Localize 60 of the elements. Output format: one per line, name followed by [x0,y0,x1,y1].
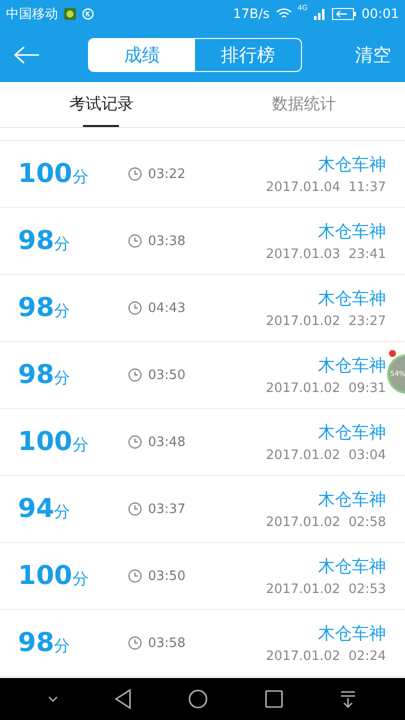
score: 100分 [18,159,90,189]
user-name: 木仓车神 [318,355,386,377]
user-name: 木仓车神 [318,288,386,310]
date-time: 2017.01.04 11:37 [266,180,386,195]
k-circle-icon [82,8,94,20]
duration: 03:50 [148,568,186,584]
clock-icon [128,234,142,248]
duration: 03:22 [148,166,186,182]
clock-icon [128,569,142,583]
tab[interactable]: 考试记录 [0,82,202,127]
user-name: 木仓车神 [318,489,386,511]
user-name: 木仓车神 [318,422,386,444]
duration: 04:43 [148,300,186,316]
score: 98分 [18,628,72,658]
wifi-icon [276,8,292,20]
duration: 03:38 [148,234,186,248]
tab[interactable]: 数据统计 [202,82,405,127]
clear-button[interactable]: 清空 [355,43,391,67]
signal-icon [314,8,326,20]
chevron-down-icon[interactable] [48,696,58,702]
date-time: 2017.01.02 09:31 [266,381,386,396]
app-notification-icon [64,8,76,20]
network-speed: 17B/s [233,6,270,22]
clock-icon [128,636,142,650]
user-name: 木仓车神 [318,154,386,176]
duration: 03:37 [148,502,186,516]
score: 94分 [18,494,72,524]
back-triangle-icon[interactable] [114,689,132,709]
clock-time: 00:01 [362,6,399,22]
date-time: 2017.01.02 02:53 [266,582,386,597]
duration: 03:48 [148,434,186,450]
score: 98分 [18,360,72,390]
segment-tab[interactable]: 排行榜 [195,39,301,71]
user-name: 木仓车神 [318,556,386,578]
clock-icon [128,301,142,315]
user-name: 木仓车神 [318,221,386,243]
carrier-name: 中国移动 [6,6,58,23]
date-time: 2017.01.03 23:41 [266,247,386,262]
user-name: 木仓车神 [318,623,386,645]
clock-icon [128,167,142,181]
date-time: 2017.01.02 23:27 [266,314,386,329]
notification-pull-icon[interactable] [338,690,357,708]
duration: 03:50 [148,368,186,382]
clock-icon [128,502,142,516]
clock-icon [128,368,142,382]
score: 100分 [18,427,90,457]
battery-charging-icon [332,8,356,20]
back-arrow-icon[interactable] [14,46,40,64]
score: 98分 [18,226,72,256]
duration: 03:58 [148,636,186,650]
date-time: 2017.01.02 02:58 [266,515,386,530]
segment-tab[interactable]: 成绩 [89,39,195,71]
recent-square-icon[interactable] [264,690,283,708]
score: 100分 [18,561,90,591]
notification-dot [389,350,396,357]
date-time: 2017.01.02 03:04 [266,448,386,463]
clock-icon [128,435,142,449]
home-circle-icon[interactable] [188,689,208,709]
date-time: 2017.01.02 02:24 [266,649,386,664]
score: 98分 [18,293,72,323]
